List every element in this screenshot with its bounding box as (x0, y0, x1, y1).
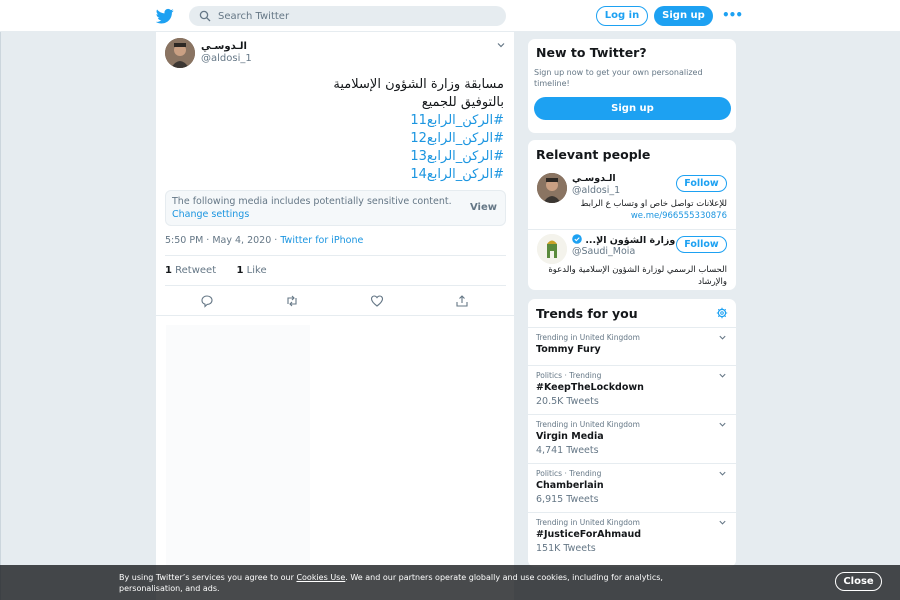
share-icon[interactable] (455, 294, 469, 308)
trend-name[interactable]: Virgin Media (536, 431, 604, 442)
like-count[interactable]: 1 (237, 265, 244, 276)
signup-button[interactable]: Sign up (654, 6, 713, 26)
signup-button-large[interactable]: Sign up (534, 97, 731, 120)
author-handle[interactable]: @aldosi_1 (201, 53, 252, 64)
search-box[interactable] (189, 6, 506, 26)
tweet-detail-column: الـدوسـي @aldosi_1 مسابقة وزارة الشؤون ا… (155, 32, 515, 600)
like-heart-icon[interactable] (370, 294, 384, 308)
author-name[interactable]: الـدوسـي (201, 41, 247, 52)
hashtag-link[interactable]: #الركن_الرابع13 (174, 148, 504, 166)
divider (165, 285, 506, 286)
tweet-text-line: مسابقة وزارة الشؤون الإسلامية (333, 77, 504, 92)
chevron-down-icon[interactable] (718, 518, 727, 527)
search-icon (199, 10, 211, 22)
trend-context: Trending in United Kingdom (536, 333, 640, 342)
chevron-down-icon[interactable] (718, 469, 727, 478)
hashtag-link[interactable]: #الركن_الرابع12 (174, 130, 504, 148)
reply-icon[interactable] (200, 294, 214, 308)
person-name-text[interactable]: وزارة الشؤون الإ... (585, 235, 675, 246)
trend-tweet-count: 6,915 Tweets (536, 494, 599, 505)
tweet-text: مسابقة وزارة الشؤون الإسلامية بالتوفيق ل… (174, 76, 504, 184)
follow-button[interactable]: Follow (676, 236, 727, 253)
person-bio-link[interactable]: we.me/966555330876 (547, 210, 727, 222)
gear-icon[interactable] (716, 307, 728, 319)
top-navigation-bar: Log in Sign up ••• (0, 0, 900, 32)
trend-context: Trending in United Kingdom (536, 420, 640, 429)
tweet-source-link[interactable]: Twitter for iPhone (280, 235, 363, 246)
tweet-timestamp: 5:50 PM · May 4, 2020 · Twitter for iPho… (165, 235, 363, 246)
trend-tweet-count: 20.5K Tweets (536, 396, 599, 407)
cookies-use-link[interactable]: Cookies Use (296, 573, 345, 582)
trend-tweet-count: 4,741 Tweets (536, 445, 599, 456)
trend-name[interactable]: Tommy Fury (536, 344, 601, 355)
person-name[interactable]: الـدوسـي (572, 173, 616, 184)
divider (165, 255, 506, 256)
twitter-bird-icon[interactable] (156, 7, 174, 25)
trend-tweet-count: 151K Tweets (536, 543, 596, 554)
person-bio: للإعلانات تواصل خاص او وتساب ع الرابط we… (547, 198, 728, 222)
tweet-stats: 1 Retweet 1 Like (165, 265, 267, 276)
new-to-twitter-card: New to Twitter? Sign up now to get your … (527, 38, 737, 134)
tweet-text-line: بالتوفيق للجميع (421, 95, 504, 110)
trend-item[interactable]: Trending in United Kingdom Tommy Fury (528, 327, 736, 365)
hashtag-link[interactable]: #الركن_الرابع14 (174, 166, 504, 184)
loading-placeholder (166, 325, 310, 565)
card-title: New to Twitter? (536, 45, 647, 60)
trend-name[interactable]: Chamberlain (536, 480, 604, 491)
divider (156, 315, 514, 316)
cookie-message: By using Twitter’s services you agree to… (119, 572, 719, 594)
change-settings-link[interactable]: Change settings (172, 209, 249, 220)
cookie-consent-banner: By using Twitter’s services you agree to… (0, 565, 900, 600)
cookie-text: By using Twitter’s services you agree to… (119, 573, 297, 582)
retweet-count-label[interactable]: Retweet (175, 265, 216, 276)
divider (528, 229, 736, 230)
person-name[interactable]: وزارة الشؤون الإ... (572, 234, 675, 246)
trend-item[interactable]: Trending in United Kingdom Virgin Media … (528, 414, 736, 463)
person-item[interactable]: الـدوسـي @aldosi_1 Follow للإعلانات تواص… (528, 173, 736, 229)
person-item[interactable]: وزارة الشؤون الإ... @Saudi_Moia Follow ا… (528, 234, 736, 290)
more-options-icon[interactable]: ••• (722, 8, 743, 22)
view-media-button[interactable]: View (470, 202, 497, 213)
page-edge (0, 0, 1, 600)
search-input[interactable] (218, 8, 498, 24)
trend-context: Trending in United Kingdom (536, 518, 640, 527)
close-button[interactable]: Close (835, 572, 882, 591)
trend-context: Politics · Trending (536, 371, 602, 380)
author-avatar[interactable] (165, 38, 195, 68)
retweet-icon[interactable] (285, 294, 299, 308)
verified-badge-icon (572, 234, 582, 244)
trend-item[interactable]: Politics · Trending #KeepTheLockdown 20.… (528, 365, 736, 414)
relevant-people-card: Relevant people الـدوسـي @aldosi_1 Follo… (527, 139, 737, 291)
sensitive-media-message: The following media includes potentially… (172, 196, 452, 207)
person-bio: الحساب الرسمي لوزارة الشؤون الإسلامية وا… (547, 264, 727, 288)
trends-card: Trends for you Trending in United Kingdo… (527, 298, 737, 568)
like-count-label[interactable]: Like (247, 265, 267, 276)
hashtag-link[interactable]: #الركن_الرابع11 (174, 112, 504, 130)
tweet-time-text[interactable]: 5:50 PM · May 4, 2020 · (165, 235, 280, 246)
person-handle[interactable]: @aldosi_1 (572, 185, 620, 196)
chevron-down-icon[interactable] (718, 420, 727, 429)
retweet-count[interactable]: 1 (165, 265, 172, 276)
person-bio-text: الحساب الرسمي لوزارة الشؤون الإسلامية وا… (548, 265, 727, 287)
avatar[interactable] (537, 234, 567, 264)
trend-name[interactable]: #JusticeForAhmaud (536, 529, 641, 540)
card-description: Sign up now to get your own personalized… (534, 68, 703, 88)
trend-item[interactable]: Politics · Trending Chamberlain 6,915 Tw… (528, 463, 736, 512)
follow-button[interactable]: Follow (676, 175, 727, 192)
chevron-down-icon[interactable] (496, 40, 506, 50)
chevron-down-icon[interactable] (718, 333, 727, 342)
card-title: Trends for you (536, 306, 638, 321)
login-button[interactable]: Log in (596, 6, 648, 26)
trend-item[interactable]: Trending in United Kingdom #JusticeForAh… (528, 512, 736, 567)
trend-context: Politics · Trending (536, 469, 602, 478)
trend-name[interactable]: #KeepTheLockdown (536, 382, 644, 393)
chevron-down-icon[interactable] (718, 371, 727, 380)
sensitive-media-warning: The following media includes potentially… (165, 190, 506, 226)
person-handle[interactable]: @Saudi_Moia (572, 246, 635, 257)
person-bio-text: للإعلانات تواصل خاص او وتساب ع الرابط (580, 199, 728, 209)
card-title: Relevant people (536, 147, 651, 162)
